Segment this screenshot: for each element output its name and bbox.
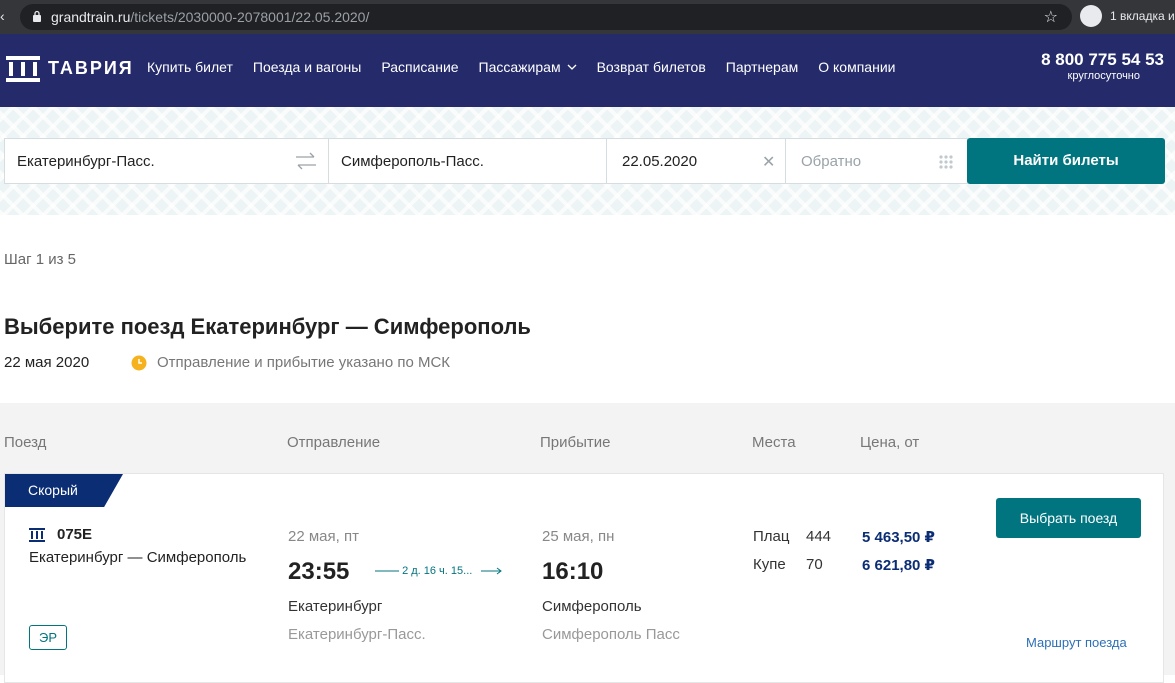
train-card: Скорый 075Е Екатеринбург — Симферополь Э… <box>4 473 1164 683</box>
train-category-badge: Скорый <box>5 474 123 507</box>
results-section: Поезд Отправление Прибытие Места Цена, о… <box>0 403 1175 683</box>
phone-note: круглосуточно <box>1067 70 1140 82</box>
clock-icon <box>131 355 147 371</box>
browser-toolbar: ‹ grandtrain.ru/tickets/2030000-2078001/… <box>0 0 1175 34</box>
incognito-label: 1 вкладка и <box>1110 9 1175 23</box>
arrow-right-icon <box>481 567 503 575</box>
arrival-date: 25 мая, пн <box>542 528 615 545</box>
address-bar[interactable]: grandtrain.ru/tickets/2030000-2078001/22… <box>20 4 1072 30</box>
departure-time: 23:55 <box>288 558 350 585</box>
chevron-down-icon <box>567 64 577 70</box>
trip-duration-text: 2 д. 16 ч. 15... <box>402 565 473 577</box>
seat-count-kupe: 70 <box>806 556 823 573</box>
main-nav: Купить билет Поезда и вагоны Расписание … <box>147 59 915 75</box>
departure-city: Екатеринбург <box>288 598 383 615</box>
date-input[interactable]: 22.05.2020 <box>606 138 786 184</box>
find-tickets-button[interactable]: Найти билеты <box>967 138 1165 184</box>
er-badge: ЭР <box>29 625 67 650</box>
logo-icon[interactable] <box>6 56 40 82</box>
line-icon <box>375 570 399 572</box>
bookmark-star-icon[interactable]: ☆ <box>1044 7 1058 27</box>
arrival-time: 16:10 <box>542 558 604 585</box>
url-text: grandtrain.ru/tickets/2030000-2078001/22… <box>51 9 369 25</box>
return-placeholder: Обратно <box>801 153 862 170</box>
train-icon <box>29 528 45 542</box>
travel-date: 22 мая 2020 <box>4 354 90 371</box>
seat-price-platz[interactable]: 5 463,50 ₽ <box>862 528 935 546</box>
to-station-input[interactable]: Симферополь-Пасс. <box>328 138 607 184</box>
seat-price-kupe[interactable]: 6 621,80 ₽ <box>862 556 935 574</box>
column-departure: Отправление <box>287 434 381 451</box>
clear-date-icon[interactable]: ✕ <box>762 152 775 172</box>
calendar-grid-icon[interactable] <box>938 154 954 170</box>
column-seats: Места <box>752 434 796 451</box>
column-arrival: Прибытие <box>540 434 611 451</box>
search-panel: Екатеринбург-Пасс. Симферополь-Пасс. 22.… <box>0 107 1175 215</box>
departure-date: 22 мая, пт <box>288 528 359 545</box>
incognito-icon[interactable] <box>1080 5 1102 27</box>
nav-trains-cars[interactable]: Поезда и вагоны <box>253 59 361 75</box>
lock-icon <box>33 10 41 22</box>
phone-number[interactable]: 8 800 775 54 53 <box>1041 50 1164 70</box>
swap-stations-button[interactable] <box>283 138 329 184</box>
trip-duration: 2 д. 16 ч. 15... <box>375 565 503 577</box>
arrival-city: Симферополь <box>542 598 642 615</box>
arrival-station: Симферополь Пасс <box>542 626 680 643</box>
departure-station: Екатеринбург-Пасс. <box>288 626 426 643</box>
url-path: /tickets/2030000-2078001/22.05.2020/ <box>130 9 370 25</box>
nav-partners[interactable]: Партнерам <box>726 59 798 75</box>
nav-passengers-label: Пассажирам <box>478 59 561 75</box>
site-header: ТАВРИЯ Купить билет Поезда и вагоны Расп… <box>0 34 1175 107</box>
nav-buy-ticket[interactable]: Купить билет <box>147 59 233 75</box>
back-arrow-icon[interactable]: ‹ <box>0 8 5 24</box>
column-train: Поезд <box>4 434 47 451</box>
step-indicator: Шаг 1 из 5 <box>4 251 77 268</box>
nav-about[interactable]: О компании <box>818 59 895 75</box>
seat-type-platz: Плац <box>753 528 790 545</box>
column-price: Цена, от <box>860 434 920 451</box>
choose-train-button[interactable]: Выбрать поезд <box>996 498 1141 538</box>
nav-schedule[interactable]: Расписание <box>381 59 458 75</box>
url-host: grandtrain.ru <box>51 9 131 25</box>
train-number: 075Е <box>57 526 93 543</box>
train-route-link[interactable]: Маршрут поезда <box>1026 635 1127 650</box>
page-title: Выберите поезд Екатеринбург — Симферопол… <box>4 314 531 339</box>
seat-type-kupe: Купе <box>753 556 786 573</box>
train-category: Скорый <box>28 482 78 498</box>
swap-arrows-icon <box>296 152 316 170</box>
seat-count-platz: 444 <box>806 528 832 545</box>
nav-refund[interactable]: Возврат билетов <box>597 59 706 75</box>
nav-passengers[interactable]: Пассажирам <box>479 59 577 75</box>
logo-text[interactable]: ТАВРИЯ <box>48 58 134 79</box>
from-station-input[interactable]: Екатеринбург-Пасс. <box>4 138 284 184</box>
timezone-note: Отправление и прибытие указано по МСК <box>157 354 451 371</box>
train-route: Екатеринбург — Симферополь <box>29 549 247 566</box>
